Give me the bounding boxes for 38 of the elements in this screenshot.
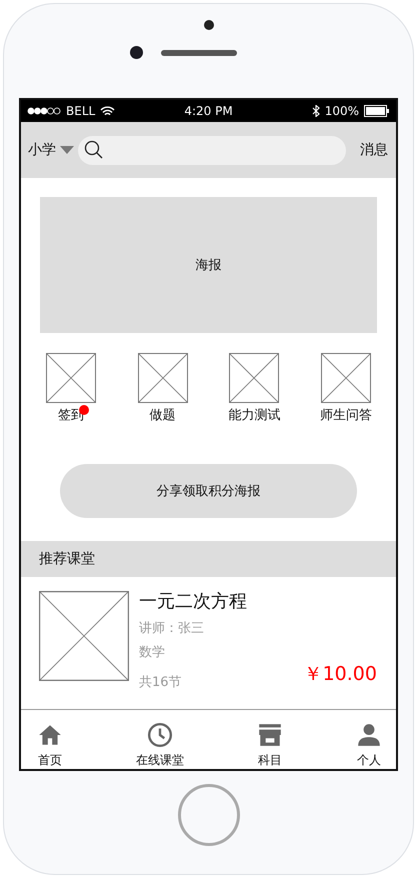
course-card[interactable]: 一元二次方程 讲师：张三 数学 共16节 ￥10.00: [21, 577, 396, 710]
poster-banner[interactable]: 海报: [40, 197, 377, 333]
carrier-name: BELL: [66, 104, 96, 118]
search-icon: [84, 140, 104, 160]
tab-item[interactable]: 在线课堂: [136, 722, 184, 768]
camera: [130, 46, 143, 59]
lesson-count: 共16节: [139, 674, 182, 691]
battery-icon: [364, 105, 390, 117]
section-title: 推荐课堂: [39, 550, 95, 568]
image-placeholder: [321, 353, 372, 403]
shortcut-label[interactable]: 做题: [150, 408, 176, 423]
messages-link[interactable]: 消息: [360, 141, 388, 159]
tab-item[interactable]: 个人: [356, 722, 382, 768]
shortcut-label[interactable]: 师生问答: [320, 408, 372, 423]
bluetooth-icon: [312, 105, 320, 117]
wifi-icon: [100, 106, 116, 116]
clock-icon: [147, 722, 173, 748]
tab-item[interactable]: 首页: [37, 722, 63, 768]
search-field[interactable]: [78, 136, 346, 164]
tab-item[interactable]: 科目: [257, 722, 283, 768]
signal-icon: [27, 107, 61, 115]
store-icon: [257, 722, 283, 748]
clock-time: 4:20 PM: [184, 104, 233, 118]
course-title: 一元二次方程: [139, 590, 248, 613]
grade-selector[interactable]: 小学: [28, 141, 56, 159]
subject-label: 数学: [139, 644, 166, 661]
image-placeholder: [46, 353, 96, 403]
image-placeholder: [229, 353, 280, 403]
person-icon: [356, 722, 382, 748]
course-price: ￥10.00: [304, 662, 377, 687]
share-button[interactable]: 分享领取积分海报: [60, 464, 357, 518]
shortcut-label[interactable]: 能力测试: [228, 408, 280, 423]
image-placeholder: [138, 353, 188, 403]
teacher-name: 讲师：张三: [139, 620, 205, 637]
home-button[interactable]: [178, 784, 240, 846]
caret-icon[interactable]: [60, 146, 74, 154]
battery-percent: 100%: [324, 104, 360, 118]
sensor-dot: [204, 20, 214, 30]
